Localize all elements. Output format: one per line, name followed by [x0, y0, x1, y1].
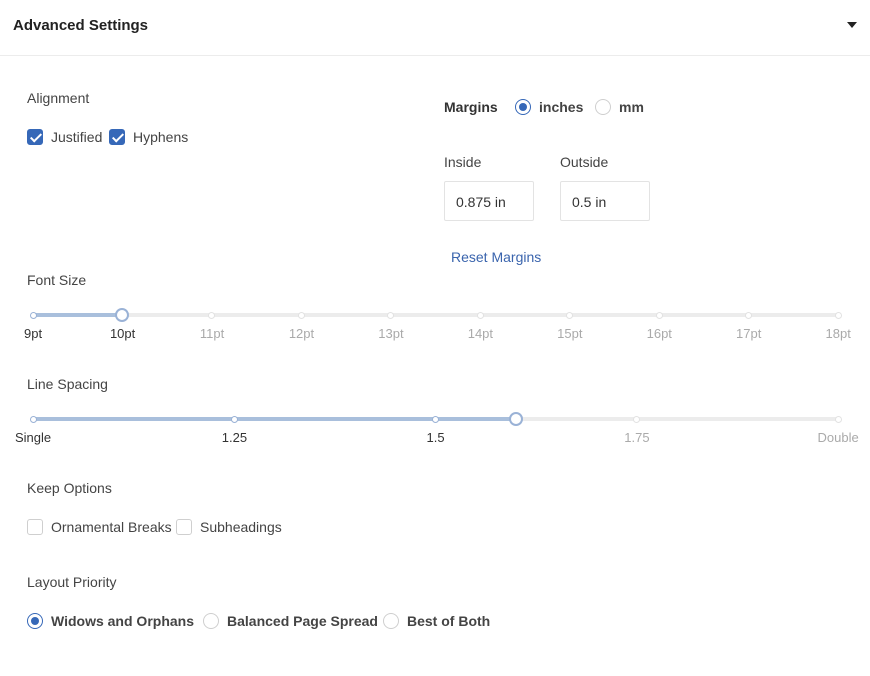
- font-size-tick-label[interactable]: 17pt: [736, 326, 761, 341]
- balanced-spread-radio[interactable]: [203, 613, 219, 629]
- outside-label: Outside: [560, 154, 609, 170]
- line-spacing-tick-dot[interactable]: [230, 415, 238, 423]
- font-size-tick-label[interactable]: 15pt: [557, 326, 582, 341]
- caret-down-icon[interactable]: [847, 22, 857, 28]
- font-size-tick-label[interactable]: 10pt: [110, 326, 135, 341]
- font-size-tick-dot[interactable]: [834, 311, 842, 319]
- line-spacing-tick-label[interactable]: 1.75: [624, 430, 649, 445]
- outside-margin-input[interactable]: 0.5 in: [560, 181, 650, 221]
- font-size-handle[interactable]: [115, 308, 130, 322]
- font-size-tick-dot[interactable]: [745, 311, 753, 319]
- keep-options-label: Keep Options: [27, 480, 112, 496]
- line-spacing-tick-label[interactable]: 1.5: [427, 430, 445, 445]
- widows-orphans-radio[interactable]: [27, 613, 43, 629]
- font-size-tick-dot[interactable]: [566, 311, 574, 319]
- font-size-tick-label[interactable]: 16pt: [647, 326, 672, 341]
- font-size-label: Font Size: [27, 272, 87, 288]
- line-spacing-tick-dot[interactable]: [29, 415, 37, 423]
- margins-label: Margins: [444, 99, 498, 115]
- font-size-tick-label[interactable]: 14pt: [468, 326, 493, 341]
- line-spacing-fill: [33, 417, 516, 421]
- font-size-tick-dot[interactable]: [476, 311, 484, 319]
- hyphens-label[interactable]: Hyphens: [133, 129, 188, 145]
- ornamental-breaks-checkbox[interactable]: [27, 519, 43, 535]
- subheadings-label[interactable]: Subheadings: [200, 519, 282, 535]
- inside-label: Inside: [444, 154, 482, 170]
- line-spacing-tick-dot[interactable]: [834, 415, 842, 423]
- mm-radio[interactable]: [595, 99, 611, 115]
- line-spacing-tick-dot[interactable]: [633, 415, 641, 423]
- font-size-tick-dot[interactable]: [29, 311, 37, 319]
- font-size-tick-label[interactable]: 12pt: [289, 326, 314, 341]
- font-size-tick-dot[interactable]: [297, 311, 305, 319]
- font-size-tick-label[interactable]: 11pt: [200, 326, 224, 341]
- font-size-fill: [33, 313, 123, 317]
- inches-label[interactable]: inches: [539, 99, 583, 115]
- line-spacing-handle[interactable]: [509, 412, 523, 426]
- line-spacing-label: Line Spacing: [27, 376, 108, 392]
- font-size-tick-dot[interactable]: [387, 311, 395, 319]
- advanced-settings-header[interactable]: Advanced Settings: [0, 0, 870, 56]
- subheadings-checkbox[interactable]: [176, 519, 192, 535]
- font-size-tick-label[interactable]: 9pt: [24, 326, 42, 341]
- line-spacing-tick-label[interactable]: Single: [15, 430, 51, 445]
- font-size-tick-dot[interactable]: [655, 311, 663, 319]
- alignment-label: Alignment: [27, 90, 90, 106]
- font-size-tick-label[interactable]: 18pt: [826, 326, 851, 341]
- justified-label[interactable]: Justified: [51, 129, 102, 145]
- hyphens-checkbox[interactable]: [109, 129, 125, 145]
- justified-checkbox[interactable]: [27, 129, 43, 145]
- best-of-both-label[interactable]: Best of Both: [407, 613, 490, 629]
- balanced-spread-label[interactable]: Balanced Page Spread: [227, 613, 378, 629]
- font-size-tick-label[interactable]: 13pt: [378, 326, 403, 341]
- reset-margins-link[interactable]: Reset Margins: [451, 249, 541, 265]
- ornamental-breaks-label[interactable]: Ornamental Breaks: [51, 519, 172, 535]
- font-size-track: [33, 313, 838, 317]
- widows-orphans-label[interactable]: Widows and Orphans: [51, 613, 194, 629]
- best-of-both-radio[interactable]: [383, 613, 399, 629]
- font-size-tick-dot[interactable]: [208, 311, 216, 319]
- line-spacing-tick-label[interactable]: Double: [818, 430, 859, 445]
- line-spacing-tick-dot[interactable]: [432, 415, 439, 423]
- layout-priority-label: Layout Priority: [27, 574, 117, 590]
- section-title: Advanced Settings: [13, 17, 149, 34]
- inside-margin-input[interactable]: 0.875 in: [444, 181, 534, 221]
- inches-radio[interactable]: [515, 99, 531, 115]
- mm-label[interactable]: mm: [619, 99, 644, 115]
- line-spacing-tick-label[interactable]: 1.25: [222, 430, 247, 445]
